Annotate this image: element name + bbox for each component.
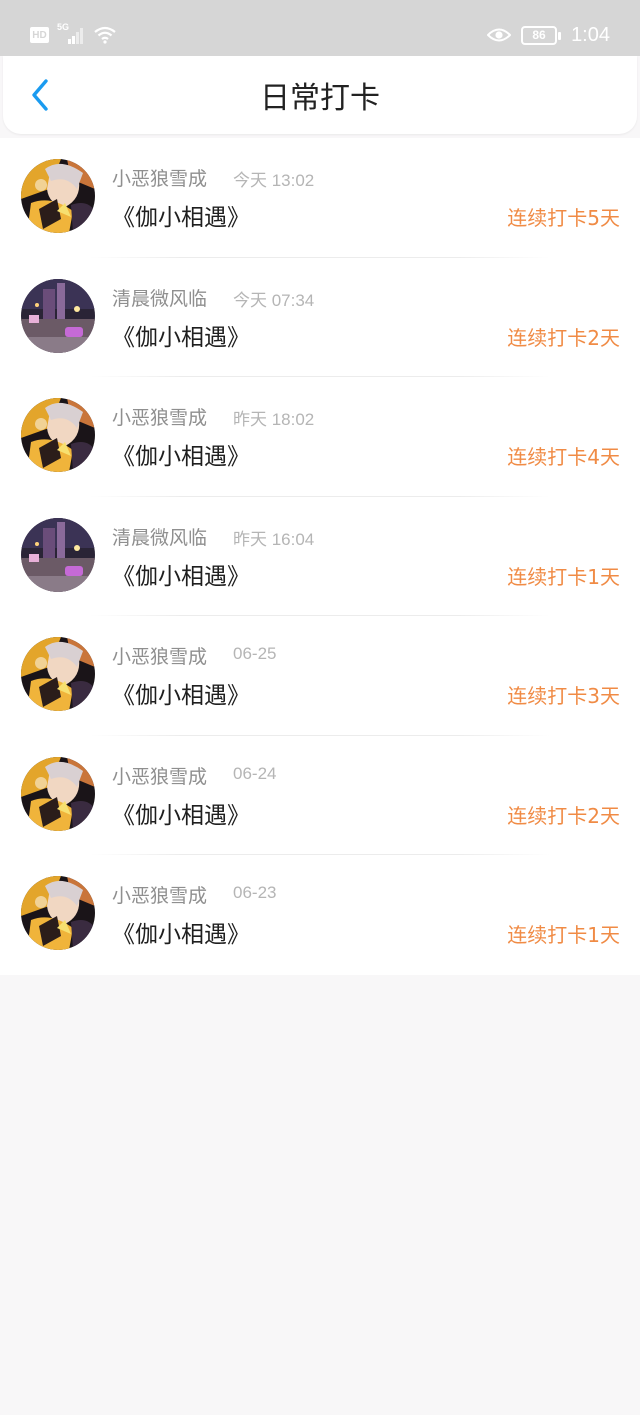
book-title[interactable]: 《伽小相遇》: [112, 796, 250, 830]
streak-label: 连续打卡1天: [507, 923, 620, 947]
user-name[interactable]: 清晨微风临: [112, 284, 207, 311]
post-time: 今天 07:34: [233, 290, 315, 310]
post-time: 昨天 18:02: [233, 410, 315, 429]
streak-label: 连续打卡4天: [507, 445, 620, 469]
avatar-night-street[interactable]: [21, 517, 95, 592]
streak-label: 连续打卡1天: [507, 564, 620, 589]
status-bar: HD 5G 86 1:04: [0, 0, 640, 56]
status-left-icons: HD 5G: [30, 22, 117, 48]
streak-label: 连续打卡2天: [507, 325, 620, 350]
app-root: HD 5G 86 1:04 日常打卡 小恶狼雪成 今天 13:02 《伽小相遇》…: [0, 0, 640, 1415]
battery-indicator: 86: [521, 25, 562, 45]
book-title[interactable]: 《伽小相遇》: [112, 198, 250, 232]
avatar-night-street[interactable]: [21, 278, 95, 353]
user-name[interactable]: 小恶狼雪成: [112, 642, 207, 669]
user-name[interactable]: 小恶狼雪成: [112, 881, 207, 908]
checkin-item[interactable]: 清晨微风临 昨天 16:04 《伽小相遇》 连续打卡1天: [0, 497, 640, 616]
checkin-item[interactable]: 小恶狼雪成 06-24 《伽小相遇》 连续打卡2天: [0, 736, 640, 855]
avatar-anime[interactable]: [21, 876, 95, 950]
avatar-anime[interactable]: [21, 159, 95, 233]
post-time: 06-23: [233, 883, 277, 902]
signal-icon: 5G: [57, 22, 85, 46]
user-name[interactable]: 小恶狼雪成: [112, 164, 207, 191]
post-time: 今天 13:02: [233, 171, 315, 190]
user-name[interactable]: 清晨微风临: [112, 523, 207, 550]
status-clock: 1:04: [571, 23, 610, 46]
checkin-item[interactable]: 小恶狼雪成 今天 13:02 《伽小相遇》 连续打卡5天: [0, 138, 640, 258]
user-name[interactable]: 小恶狼雪成: [112, 762, 207, 789]
streak-label: 连续打卡2天: [507, 803, 620, 828]
checkin-item[interactable]: 小恶狼雪成 06-23 《伽小相遇》 连续打卡1天: [0, 855, 640, 975]
checkin-item[interactable]: 小恶狼雪成 06-25 《伽小相遇》 连续打卡3天: [0, 616, 640, 736]
book-title[interactable]: 《伽小相遇》: [112, 676, 250, 710]
wifi-icon: [93, 25, 117, 45]
book-title[interactable]: 《伽小相遇》: [112, 318, 250, 352]
streak-label: 连续打卡5天: [507, 206, 620, 230]
status-right-icons: 86 1:04: [486, 22, 610, 48]
eye-icon: [486, 26, 512, 44]
chevron-left-icon: [32, 79, 48, 111]
book-title[interactable]: 《伽小相遇》: [112, 557, 250, 591]
book-title[interactable]: 《伽小相遇》: [112, 915, 250, 949]
book-title[interactable]: 《伽小相遇》: [112, 437, 250, 471]
streak-label: 连续打卡3天: [507, 684, 620, 708]
nav-bar: 日常打卡: [3, 56, 637, 134]
checkin-item[interactable]: 清晨微风临 今天 07:34 《伽小相遇》 连续打卡2天: [0, 258, 640, 377]
checkin-item[interactable]: 小恶狼雪成 昨天 18:02 《伽小相遇》 连续打卡4天: [0, 377, 640, 497]
post-time: 06-24: [233, 763, 277, 783]
back-button[interactable]: [13, 68, 67, 122]
avatar-anime[interactable]: [21, 637, 95, 711]
hd-badge: HD: [30, 27, 49, 43]
avatar-anime[interactable]: [21, 398, 95, 472]
avatar-anime[interactable]: [21, 756, 95, 831]
checkin-list: 小恶狼雪成 今天 13:02 《伽小相遇》 连续打卡5天 清晨微风临 今天 07…: [0, 138, 640, 975]
user-name[interactable]: 小恶狼雪成: [112, 403, 207, 430]
post-time: 昨天 16:04: [233, 529, 315, 549]
post-time: 06-25: [233, 644, 277, 663]
page-title: 日常打卡: [260, 81, 380, 116]
